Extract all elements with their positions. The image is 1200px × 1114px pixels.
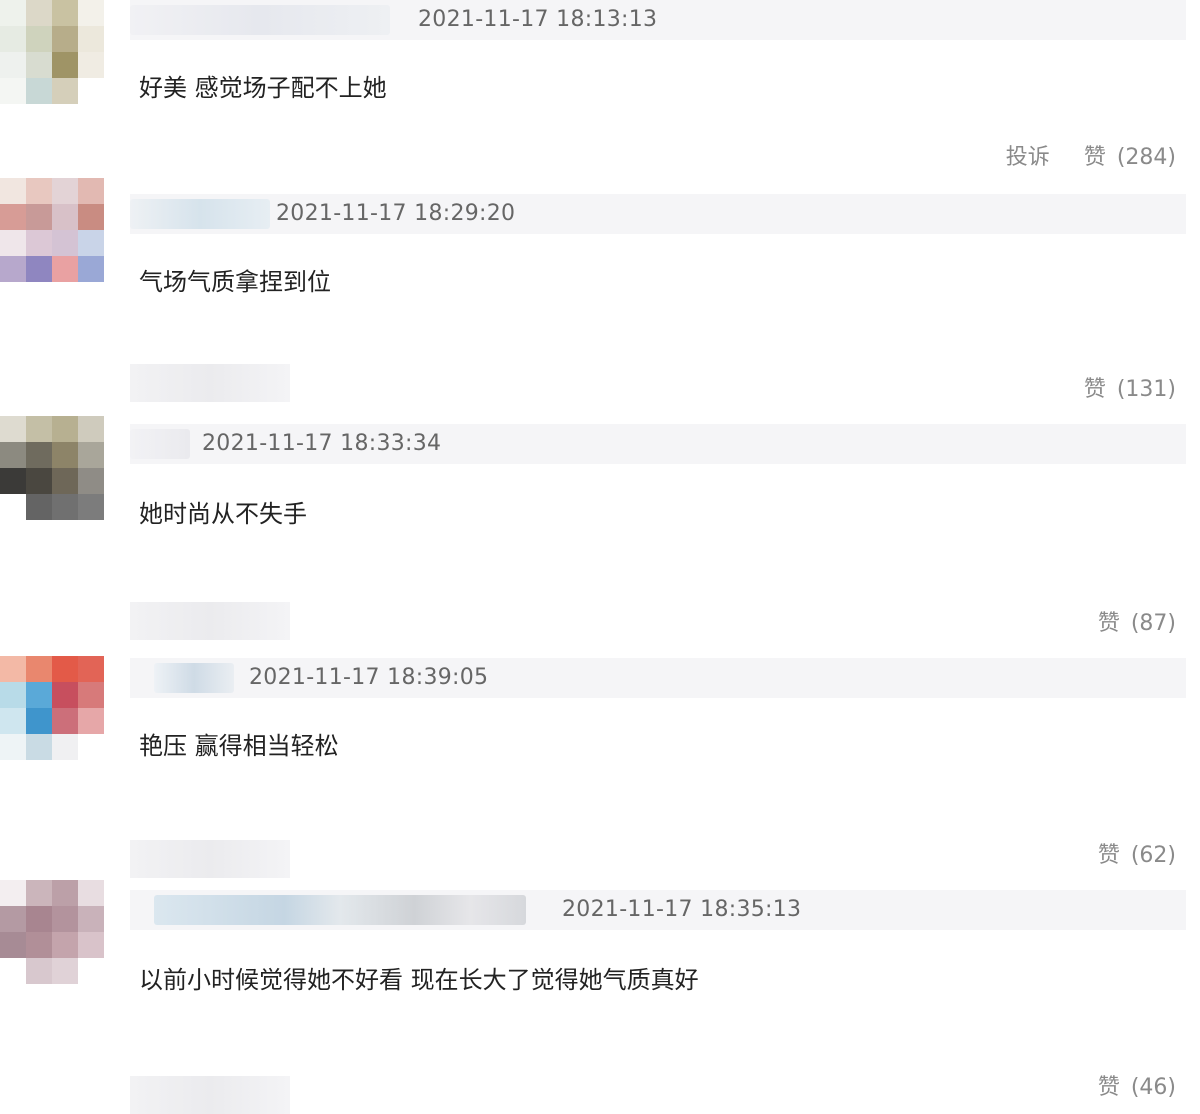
comment-timestamp: 2021-11-17 18:35:13: [562, 897, 802, 922]
like-count: (131): [1116, 377, 1176, 402]
username-blurred[interactable]: [154, 895, 526, 925]
username-blurred[interactable]: [130, 5, 390, 35]
username-blurred[interactable]: [130, 429, 190, 459]
like-label: 赞: [1097, 1075, 1120, 1100]
comment-item: 2021-11-17 18:13:13 好美 感觉场子配不上她 投诉 赞 (284…: [0, 0, 1200, 180]
comment-header: 2021-11-17 18:39:05: [130, 658, 1186, 698]
reply-blurred: [130, 364, 290, 402]
comment-text: 气场气质拿捏到位: [139, 268, 331, 296]
like-label: 赞: [1097, 843, 1120, 868]
avatar[interactable]: [0, 0, 104, 104]
report-button[interactable]: 投诉: [1006, 145, 1050, 170]
avatar[interactable]: [0, 880, 104, 984]
like-count: (87): [1130, 611, 1176, 636]
like-label: 赞: [1083, 145, 1106, 170]
comment-item: 2021-11-17 18:29:20 气场气质拿捏到位 赞 (131): [0, 178, 1200, 408]
comment-actions: 赞 (62): [1098, 842, 1176, 870]
comment-header: 2021-11-17 18:33:34: [130, 424, 1186, 464]
comment-text: 好美 感觉场子配不上她: [139, 74, 387, 102]
like-button[interactable]: 赞 (284): [1084, 145, 1176, 170]
comment-text: 艳压 赢得相当轻松: [139, 732, 339, 760]
comment-timestamp: 2021-11-17 18:39:05: [249, 665, 489, 690]
like-label: 赞: [1083, 377, 1106, 402]
comment-item: 2021-11-17 18:35:13 以前小时候觉得她不好看 现在长大了觉得她…: [0, 870, 1200, 1114]
reply-blurred: [130, 1076, 290, 1114]
like-count: (284): [1116, 145, 1176, 170]
comment-text: 她时尚从不失手: [139, 500, 307, 528]
comment-timestamp: 2021-11-17 18:33:34: [202, 431, 442, 456]
comment-header: 2021-11-17 18:13:13: [130, 0, 1186, 40]
comment-actions: 投诉 赞 (284): [1006, 144, 1176, 172]
comment-item: 2021-11-17 18:33:34 她时尚从不失手 赞 (87): [0, 410, 1200, 642]
avatar[interactable]: [0, 416, 104, 520]
comment-header: 2021-11-17 18:29:20: [130, 194, 1186, 234]
comment-actions: 赞 (131): [1084, 376, 1176, 404]
username-blurred[interactable]: [130, 199, 270, 229]
username-blurred[interactable]: [154, 663, 234, 693]
comment-text: 以前小时候觉得她不好看 现在长大了觉得她气质真好: [139, 966, 699, 994]
like-count: (46): [1130, 1075, 1176, 1100]
like-button[interactable]: 赞 (131): [1084, 377, 1176, 402]
like-label: 赞: [1097, 611, 1120, 636]
comment-actions: 赞 (87): [1098, 610, 1176, 638]
like-button[interactable]: 赞 (87): [1098, 611, 1176, 636]
comment-timestamp: 2021-11-17 18:13:13: [418, 7, 658, 32]
avatar[interactable]: [0, 656, 104, 760]
comment-actions: 赞 (46): [1098, 1074, 1176, 1102]
like-count: (62): [1130, 843, 1176, 868]
comment-timestamp: 2021-11-17 18:29:20: [276, 201, 516, 226]
like-button[interactable]: 赞 (46): [1098, 1075, 1176, 1100]
avatar[interactable]: [0, 178, 104, 282]
reply-blurred: [130, 602, 290, 640]
comment-item: 2021-11-17 18:39:05 艳压 赢得相当轻松 赞 (62): [0, 654, 1200, 886]
like-button[interactable]: 赞 (62): [1098, 843, 1176, 868]
comment-header: 2021-11-17 18:35:13: [130, 890, 1186, 930]
